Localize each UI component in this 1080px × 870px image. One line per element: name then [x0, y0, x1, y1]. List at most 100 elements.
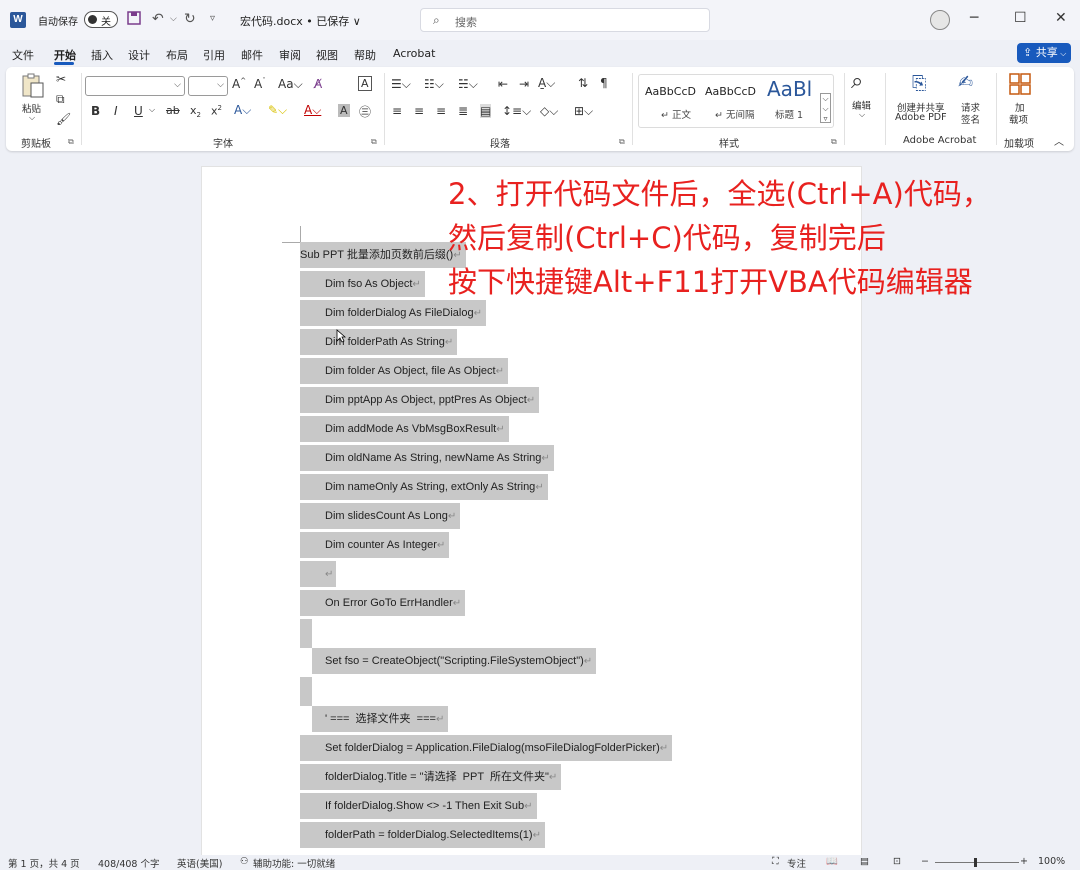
- code-line[interactable]: Set fso = CreateObject("Scripting.FileSy…: [312, 648, 597, 674]
- paragraph-launcher-icon[interactable]: ⧉: [619, 137, 625, 147]
- tab-insert[interactable]: 插入: [91, 47, 113, 63]
- maximize-icon[interactable]: ☐: [1014, 10, 1027, 26]
- share-button[interactable]: ⇪ 共享 ⌵: [1017, 43, 1071, 63]
- grow-font-icon[interactable]: A^: [232, 77, 246, 91]
- avatar[interactable]: [930, 10, 950, 30]
- tab-home[interactable]: 开始: [54, 47, 76, 63]
- find-icon[interactable]: ⌕: [851, 69, 863, 94]
- code-line[interactable]: Set folderDialog = Application.FileDialo…: [300, 735, 673, 761]
- numbering-icon[interactable]: ☷⌵: [424, 77, 444, 92]
- style-heading1-preview[interactable]: AaBl: [767, 77, 812, 101]
- justify-icon[interactable]: ≣: [458, 104, 468, 118]
- tab-acrobat[interactable]: Acrobat: [393, 47, 435, 60]
- styles-launcher-icon[interactable]: ⧉: [831, 137, 837, 147]
- code-line[interactable]: On Error GoTo ErrHandler↵: [300, 590, 466, 616]
- tab-mailings[interactable]: 邮件: [241, 47, 263, 63]
- undo-dropdown-icon[interactable]: ⌵: [170, 14, 177, 24]
- undo-icon[interactable]: ↶: [152, 11, 164, 27]
- superscript-icon[interactable]: x2: [211, 104, 222, 118]
- decrease-indent-icon[interactable]: ⇤: [498, 77, 508, 91]
- line-spacing-icon[interactable]: ↕≡⌵: [502, 104, 531, 119]
- character-border-icon[interactable]: A: [358, 76, 372, 91]
- zoom-level[interactable]: 100%: [1038, 856, 1065, 867]
- code-line[interactable]: Dim folder As Object, file As Object↵: [300, 358, 508, 384]
- sort-icon[interactable]: ⇅: [578, 76, 588, 90]
- bullets-icon[interactable]: ☰⌵: [391, 77, 411, 92]
- addins-icon[interactable]: [1008, 72, 1032, 99]
- read-mode-icon[interactable]: 📖: [826, 856, 838, 867]
- create-pdf-icon[interactable]: ⎘: [912, 73, 926, 94]
- web-layout-icon[interactable]: ⊡: [893, 856, 901, 867]
- print-layout-icon[interactable]: ▤: [860, 856, 869, 867]
- code-line[interactable]: folderDialog.Title = "请选择 PPT 所在文件夹"↵: [300, 764, 562, 790]
- bold-icon[interactable]: B: [91, 104, 100, 118]
- show-marks-icon[interactable]: ¶: [600, 76, 608, 90]
- document-title[interactable]: 宏代码.docx • 已保存 ∨: [240, 13, 361, 29]
- editing-dropdown-icon[interactable]: ⌵: [859, 110, 865, 120]
- subscript-icon[interactable]: x2: [190, 104, 201, 119]
- zoom-slider-thumb[interactable]: [974, 858, 977, 867]
- autosave-toggle[interactable]: 关: [84, 11, 118, 28]
- redo-icon[interactable]: ↻: [184, 11, 196, 27]
- code-line[interactable]: Dim fso As Object↵: [300, 271, 425, 297]
- zoom-slider[interactable]: [935, 862, 1019, 863]
- tab-file[interactable]: 文件: [12, 47, 34, 63]
- style-no-spacing-preview[interactable]: AaBbCcD: [705, 85, 756, 98]
- strikethrough-icon[interactable]: ab: [166, 104, 180, 117]
- paste-icon[interactable]: [20, 73, 46, 102]
- shading-icon[interactable]: ◇⌵: [540, 104, 558, 119]
- code-line[interactable]: folderPath = folderDialog.SelectedItems(…: [300, 822, 545, 848]
- underline-icon[interactable]: U: [134, 104, 143, 118]
- code-line[interactable]: Sub PPT 批量添加页数前后缀()↵: [300, 242, 466, 268]
- save-icon[interactable]: [127, 11, 141, 29]
- underline-dropdown-icon[interactable]: ⌵: [149, 105, 155, 115]
- cut-icon[interactable]: ✂: [56, 72, 66, 86]
- font-size-combo[interactable]: ⌵: [188, 76, 228, 96]
- tab-review[interactable]: 审阅: [279, 47, 301, 63]
- code-line[interactable]: ' === 选择文件夹 ===↵: [312, 706, 449, 732]
- tab-layout[interactable]: 布局: [166, 47, 188, 63]
- text-effects-icon[interactable]: A⌵: [234, 103, 251, 118]
- code-line[interactable]: Dim slidesCount As Long↵: [300, 503, 461, 529]
- word-count[interactable]: 408/408 个字: [98, 856, 160, 870]
- shrink-font-icon[interactable]: Aˇ: [254, 77, 266, 91]
- clipboard-launcher-icon[interactable]: ⧉: [68, 137, 74, 147]
- customize-qat-icon[interactable]: ▿: [210, 13, 215, 24]
- change-case-icon[interactable]: Aa⌵: [278, 77, 303, 92]
- character-shading-icon[interactable]: A: [338, 104, 350, 117]
- highlight-icon[interactable]: ✎⌵: [268, 103, 287, 118]
- code-line[interactable]: Dim folderPath As String↵: [300, 329, 458, 355]
- clear-formatting-icon[interactable]: A̸: [314, 77, 322, 91]
- zoom-out-icon[interactable]: −: [921, 856, 929, 867]
- tab-view[interactable]: 视图: [316, 47, 338, 63]
- page-count[interactable]: 第 1 页，共 4 页: [8, 856, 80, 870]
- code-line[interactable]: If folderDialog.Show <> -1 Then Exit Sub…: [300, 793, 537, 819]
- code-line[interactable]: Dim counter As Integer↵: [300, 532, 450, 558]
- close-icon[interactable]: ✕: [1055, 10, 1067, 26]
- paste-dropdown-icon[interactable]: ⌵: [29, 113, 35, 123]
- accessibility-status[interactable]: 辅助功能: 一切就绪: [253, 856, 335, 870]
- font-name-combo[interactable]: ⌵: [85, 76, 185, 96]
- borders-icon[interactable]: ⊞⌵: [574, 104, 593, 119]
- distributed-icon[interactable]: ▤: [480, 104, 492, 118]
- request-signature-icon[interactable]: ✍: [958, 72, 973, 93]
- enclose-characters-icon[interactable]: ㊂: [359, 103, 371, 120]
- minimize-icon[interactable]: ─: [970, 10, 978, 26]
- increase-indent-icon[interactable]: ⇥: [519, 77, 529, 91]
- font-color-icon[interactable]: A⌵: [304, 103, 321, 118]
- collapse-ribbon-icon[interactable]: ︿: [1054, 133, 1064, 148]
- language[interactable]: 英语(美国): [177, 856, 222, 870]
- tab-design[interactable]: 设计: [128, 47, 150, 63]
- align-right-icon[interactable]: ≡: [436, 104, 446, 118]
- code-line[interactable]: Dim addMode As VbMsgBoxResult↵: [300, 416, 509, 442]
- accessibility-icon[interactable]: ⚇: [240, 856, 249, 867]
- font-launcher-icon[interactable]: ⧉: [371, 137, 377, 147]
- search-box[interactable]: ⌕ 搜索: [420, 8, 710, 32]
- tab-help[interactable]: 帮助: [354, 47, 376, 63]
- focus-label[interactable]: 专注: [787, 856, 806, 870]
- styles-scroll[interactable]: ⌵ ⌵ ▿: [820, 93, 831, 123]
- code-line[interactable]: Dim oldName As String, newName As String…: [300, 445, 554, 471]
- zoom-in-icon[interactable]: +: [1020, 856, 1028, 867]
- code-line-empty[interactable]: ↵: [300, 561, 336, 587]
- format-painter-icon[interactable]: 🖌: [56, 112, 71, 126]
